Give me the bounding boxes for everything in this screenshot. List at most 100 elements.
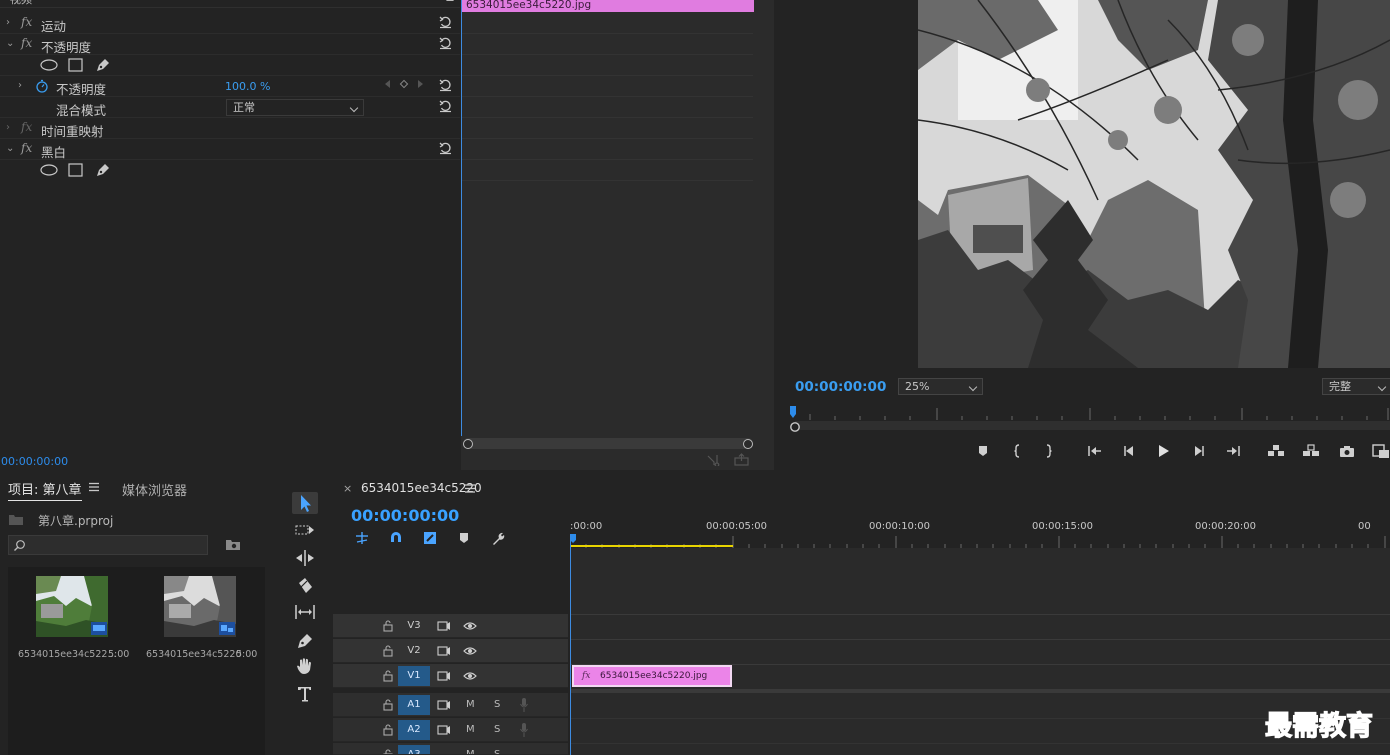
- step-forward-icon[interactable]: [1188, 440, 1210, 462]
- wrench-settings-icon[interactable]: [490, 530, 506, 546]
- blend-mode-dropdown[interactable]: 正常: [226, 99, 364, 116]
- next-keyframe-icon[interactable]: [418, 80, 423, 88]
- opacity-value-row[interactable]: › 不透明度 100.0 %: [0, 76, 460, 97]
- close-tab-icon[interactable]: ×: [343, 482, 352, 495]
- program-monitor-preview[interactable]: [918, 0, 1390, 368]
- effect-row-opacity[interactable]: ⌄ fx 不透明度: [0, 34, 460, 55]
- microphone-icon[interactable]: [519, 722, 529, 738]
- microphone-icon[interactable]: [519, 697, 529, 713]
- stopwatch-icon[interactable]: [35, 79, 49, 93]
- reset-icon[interactable]: [439, 100, 452, 113]
- pen-mask-icon[interactable]: [95, 162, 111, 178]
- timeline-timecode[interactable]: 00:00:00:00: [351, 506, 459, 525]
- go-to-out-icon[interactable]: [1222, 440, 1244, 462]
- sync-lock-icon[interactable]: [437, 670, 451, 682]
- project-item-thumbnail[interactable]: [164, 576, 236, 637]
- step-back-icon[interactable]: [1118, 440, 1140, 462]
- lock-icon[interactable]: [383, 699, 393, 711]
- type-tool[interactable]: [292, 683, 318, 705]
- fx-icon[interactable]: fx: [21, 36, 32, 50]
- solo-button[interactable]: S: [494, 724, 500, 735]
- panel-menu-icon[interactable]: [88, 481, 100, 493]
- in-out-range-bar[interactable]: [570, 545, 733, 547]
- ellipse-mask-icon[interactable]: [40, 59, 58, 71]
- slip-tool[interactable]: [292, 601, 318, 623]
- mute-button[interactable]: M: [466, 699, 475, 710]
- project-search-input[interactable]: [8, 535, 208, 555]
- eye-icon[interactable]: [463, 670, 477, 682]
- reset-icon[interactable]: [439, 79, 452, 92]
- sync-lock-icon[interactable]: [437, 724, 451, 736]
- program-time-ruler[interactable]: [790, 404, 1390, 420]
- export-icon[interactable]: [734, 453, 749, 466]
- track-header-a2[interactable]: A2 M S: [333, 718, 568, 742]
- add-marker-icon[interactable]: [457, 531, 471, 545]
- track-header-a3[interactable]: A3 M S: [333, 743, 568, 755]
- nest-insert-icon[interactable]: [354, 530, 370, 546]
- hand-tool[interactable]: [292, 655, 318, 677]
- pen-tool[interactable]: [292, 629, 318, 651]
- effect-row-motion[interactable]: › fx 运动: [0, 13, 460, 34]
- effect-clip-bar[interactable]: 6534015ee34c5220.jpg: [461, 0, 754, 12]
- tab-project[interactable]: 项目: 第八章: [8, 479, 82, 501]
- collapse-up-icon[interactable]: [446, 0, 454, 1]
- chevron-down-icon[interactable]: ⌄: [6, 38, 16, 50]
- track-name[interactable]: A3: [398, 745, 430, 754]
- track-header-v2[interactable]: V2: [333, 639, 568, 663]
- lift-icon[interactable]: [1265, 440, 1287, 462]
- lock-icon[interactable]: [383, 749, 393, 755]
- lock-icon[interactable]: [383, 724, 393, 736]
- zoom-level-dropdown[interactable]: 25%: [898, 378, 983, 395]
- reset-icon[interactable]: [439, 142, 452, 155]
- pen-mask-icon[interactable]: [95, 57, 111, 73]
- eye-icon[interactable]: [463, 620, 477, 632]
- sync-lock-icon[interactable]: [437, 699, 451, 711]
- program-timecode[interactable]: 00:00:00:00: [795, 379, 886, 395]
- fx-icon[interactable]: fx: [21, 141, 32, 155]
- opacity-value[interactable]: 100.0 %: [225, 80, 270, 93]
- track-name[interactable]: V3: [398, 616, 430, 636]
- new-bin-icon[interactable]: [225, 538, 241, 551]
- play-icon[interactable]: [1152, 440, 1174, 462]
- ripple-edit-tool[interactable]: [292, 547, 318, 569]
- track-name[interactable]: V1: [398, 666, 430, 686]
- effect-row-time-remapping[interactable]: › fx 时间重映射: [0, 118, 460, 139]
- razor-tool[interactable]: [292, 575, 318, 597]
- comparison-view-icon[interactable]: [1370, 440, 1390, 462]
- eye-icon[interactable]: [463, 645, 477, 657]
- linked-selection-icon[interactable]: [422, 530, 438, 546]
- effect-playhead[interactable]: [461, 0, 462, 436]
- video-audio-divider[interactable]: [570, 689, 1390, 693]
- mute-button[interactable]: M: [466, 749, 475, 754]
- v1-clip[interactable]: fx 6534015ee34c5220.jpg: [572, 665, 732, 687]
- project-item-thumbnail[interactable]: [36, 576, 108, 637]
- solo-button[interactable]: S: [494, 749, 500, 754]
- track-header-a1[interactable]: A1 M S: [333, 693, 568, 717]
- track-name[interactable]: A1: [398, 695, 430, 715]
- audio-filter-icon[interactable]: [707, 454, 721, 466]
- go-to-in-icon[interactable]: [1084, 440, 1106, 462]
- track-select-tool[interactable]: [292, 519, 318, 541]
- mute-button[interactable]: M: [466, 724, 475, 735]
- snap-magnet-icon[interactable]: [388, 530, 404, 546]
- lock-icon[interactable]: [383, 670, 393, 682]
- ellipse-mask-icon[interactable]: [40, 164, 58, 176]
- reset-icon[interactable]: [439, 16, 452, 29]
- lock-icon[interactable]: [383, 620, 393, 632]
- track-header-v1[interactable]: V1: [333, 664, 568, 688]
- prev-keyframe-icon[interactable]: [385, 80, 390, 88]
- fx-icon[interactable]: fx: [21, 120, 32, 134]
- rectangle-mask-icon[interactable]: [68, 58, 83, 72]
- lock-icon[interactable]: [383, 645, 393, 657]
- track-name[interactable]: V2: [398, 641, 430, 661]
- sync-lock-icon[interactable]: [437, 620, 451, 632]
- program-zoom-bar[interactable]: [795, 421, 1390, 430]
- selection-tool[interactable]: [292, 492, 318, 514]
- timeline-playhead-line[interactable]: [570, 535, 571, 755]
- chevron-right-icon[interactable]: ›: [6, 17, 16, 29]
- fx-icon[interactable]: fx: [21, 15, 32, 29]
- mark-in-icon[interactable]: [1006, 440, 1028, 462]
- rectangle-mask-icon[interactable]: [68, 163, 83, 177]
- timeline-time-ruler[interactable]: :00:00 00:00:05:00 00:00:10:00 00:00:15:…: [570, 516, 1390, 548]
- add-marker-icon[interactable]: [972, 440, 994, 462]
